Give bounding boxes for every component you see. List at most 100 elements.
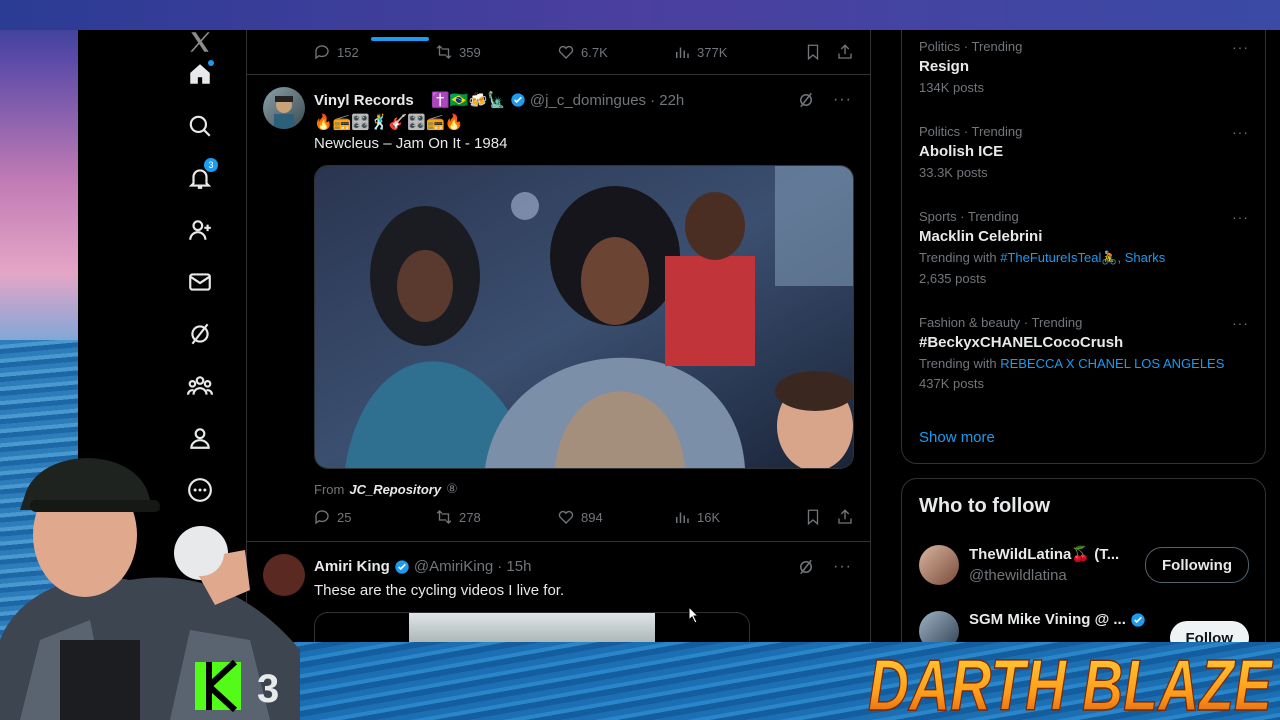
grok-icon[interactable]	[797, 558, 815, 576]
author-emojis: ⑧✝️🇧🇷🍻🗽	[417, 92, 506, 109]
trending-with-links[interactable]: #TheFutureIsTeal🚴, Sharks	[1000, 250, 1165, 265]
grok-icon[interactable]	[176, 310, 224, 358]
more-options-icon[interactable]: ···	[833, 558, 852, 576]
verified-badge-icon	[511, 93, 525, 107]
author-handle[interactable]: @j_c_domingues	[530, 92, 646, 109]
prev-tweet-actions: 152 359 6.7K 377K	[313, 40, 854, 64]
trending-with-prefix: Trending with	[919, 250, 997, 265]
suggestion-name[interactable]: SGM Mike Vining @ ...	[969, 611, 1126, 628]
repost-button[interactable]: 278	[435, 508, 557, 526]
suggestion-name[interactable]: TheWildLatina🍒 (T...	[969, 545, 1119, 563]
views-button[interactable]: 377K	[673, 43, 795, 61]
avatar[interactable]	[919, 611, 959, 642]
reply-button[interactable]: 152	[313, 43, 435, 61]
video-frame-dancers	[315, 166, 853, 468]
notifications-badge: 3	[204, 158, 218, 172]
heart-icon	[558, 45, 574, 59]
banner-text: DARTH BLAZE	[868, 646, 1274, 720]
share-icon[interactable]	[836, 508, 854, 526]
trend-title: Macklin Celebrini	[919, 228, 1043, 245]
trend-category: Sports · Trending	[919, 209, 1019, 224]
desktop-wallpaper-top	[0, 0, 1280, 30]
avatar[interactable]	[919, 545, 959, 585]
more-options-icon[interactable]: ···	[1232, 39, 1249, 55]
repost-button[interactable]: 359	[435, 43, 557, 61]
repost-icon	[436, 45, 452, 59]
reply-button[interactable]: 25	[313, 508, 435, 526]
tweet-video[interactable]	[314, 612, 750, 642]
show-more-link[interactable]: Show more	[919, 429, 995, 446]
heart-icon	[558, 510, 574, 524]
author-handle[interactable]: @AmiriKing	[414, 558, 493, 575]
messages-icon[interactable]	[176, 258, 224, 306]
trend-item[interactable]: Politics · Trending Abolish ICE 33.3K po…	[919, 124, 1249, 180]
suggestion-handle: @thewildlatina	[969, 567, 1067, 584]
trending-with-prefix: Trending with	[919, 356, 997, 371]
video-frame	[409, 613, 655, 642]
trend-category: Politics · Trending	[919, 39, 1023, 54]
kick-logo: 3	[195, 660, 279, 712]
tweet-time[interactable]: · 15h	[497, 558, 531, 575]
trend-item[interactable]: Sports · Trending Macklin Celebrini Tren…	[919, 209, 1249, 286]
search-icon[interactable]	[176, 102, 224, 150]
repost-icon	[436, 510, 452, 524]
author-name[interactable]: Amiri King	[314, 558, 390, 575]
mouse-cursor-icon	[688, 606, 700, 624]
follow-button[interactable]: Follow	[1169, 621, 1249, 642]
grok-icon[interactable]	[797, 91, 815, 109]
tweet-time[interactable]: · 22h	[650, 92, 684, 109]
notifications-icon[interactable]: 3	[176, 154, 224, 202]
main-feed: 152 359 6.7K 377K Vinyl Records ⑧✝️🇧🇷🍻🗽 …	[246, 30, 871, 642]
trend-item[interactable]: Politics · Trending Resign 134K posts ··…	[919, 39, 1249, 95]
more-options-icon[interactable]: ···	[1232, 209, 1249, 225]
verified-badge-icon	[1131, 612, 1145, 627]
following-button[interactable]: Following	[1145, 547, 1249, 583]
views-icon	[676, 47, 689, 58]
communities-icon[interactable]	[176, 362, 224, 410]
home-unread-dot	[208, 60, 214, 66]
trend-category: Fashion & beauty · Trending	[919, 315, 1083, 330]
more-options-icon[interactable]: ···	[1232, 124, 1249, 140]
trend-title: Resign	[919, 58, 970, 75]
follow-icon[interactable]	[176, 206, 224, 254]
trending-with-links[interactable]: REBECCA X CHANEL LOS ANGELES	[1000, 356, 1224, 371]
tweet-emoji-line: 🔥📻🎛️🕺🎸🎛️📻🔥	[314, 114, 464, 131]
tweet-text: Newcleus – Jam On It - 1984	[314, 135, 508, 152]
tweet-vinyl-records[interactable]: Vinyl Records ⑧✝️🇧🇷🍻🗽 @j_c_domingues · 2…	[247, 75, 870, 541]
tweet-amiri-king[interactable]: Amiri King @AmiriKing · 15h ··· These ar…	[247, 542, 870, 642]
repost-count: 278	[459, 509, 481, 525]
from-source-link[interactable]: JC_Repository	[349, 482, 441, 497]
trend-item[interactable]: Fashion & beauty · Trending #BeckyxCHANE…	[919, 315, 1249, 391]
follow-suggestion[interactable]: TheWildLatina🍒 (T... @thewildlatina Foll…	[919, 541, 1249, 589]
reply-count: 25	[337, 509, 352, 525]
from-source-badge: ⑧	[446, 481, 458, 496]
verified-badge-icon	[395, 559, 409, 574]
trend-posts: 33.3K posts	[919, 165, 988, 180]
views-button[interactable]: 16K	[673, 508, 795, 526]
like-button[interactable]: 894	[557, 508, 673, 526]
bookmark-icon[interactable]	[804, 508, 822, 526]
tweet-text: These are the cycling videos I live for.	[314, 582, 565, 599]
share-icon[interactable]	[836, 43, 854, 61]
trend-title: #BeckyxCHANELCocoCrush	[919, 334, 1124, 351]
home-icon[interactable]	[176, 50, 224, 98]
trend-posts: 134K posts	[919, 80, 985, 95]
more-options-icon[interactable]: ···	[1232, 315, 1249, 331]
like-count: 894	[581, 509, 603, 525]
author-name[interactable]: Vinyl Records	[314, 92, 414, 109]
darth-blaze-banner: DARTH BLAZE	[867, 645, 1274, 720]
trends-panel: Politics · Trending Resign 134K posts ··…	[901, 30, 1266, 464]
like-button[interactable]: 6.7K	[557, 43, 673, 61]
like-count: 6.7K	[581, 44, 608, 60]
bookmark-icon[interactable]	[804, 43, 822, 61]
avatar[interactable]	[263, 87, 305, 129]
who-to-follow-title: Who to follow	[919, 495, 1051, 517]
tweet-video[interactable]	[314, 165, 854, 469]
who-to-follow-panel: Who to follow TheWildLatina🍒 (T... @thew…	[901, 478, 1266, 642]
reply-icon	[315, 510, 329, 525]
follow-suggestion[interactable]: SGM Mike Vining @ ... Follow	[919, 607, 1249, 642]
trending-with: Trending with #TheFutureIsTeal🚴, Sharks	[919, 250, 1249, 266]
trending-with: Trending with REBECCA X CHANEL LOS ANGEL…	[919, 356, 1249, 371]
trend-category: Politics · Trending	[919, 124, 1023, 139]
more-options-icon[interactable]: ···	[833, 91, 852, 109]
